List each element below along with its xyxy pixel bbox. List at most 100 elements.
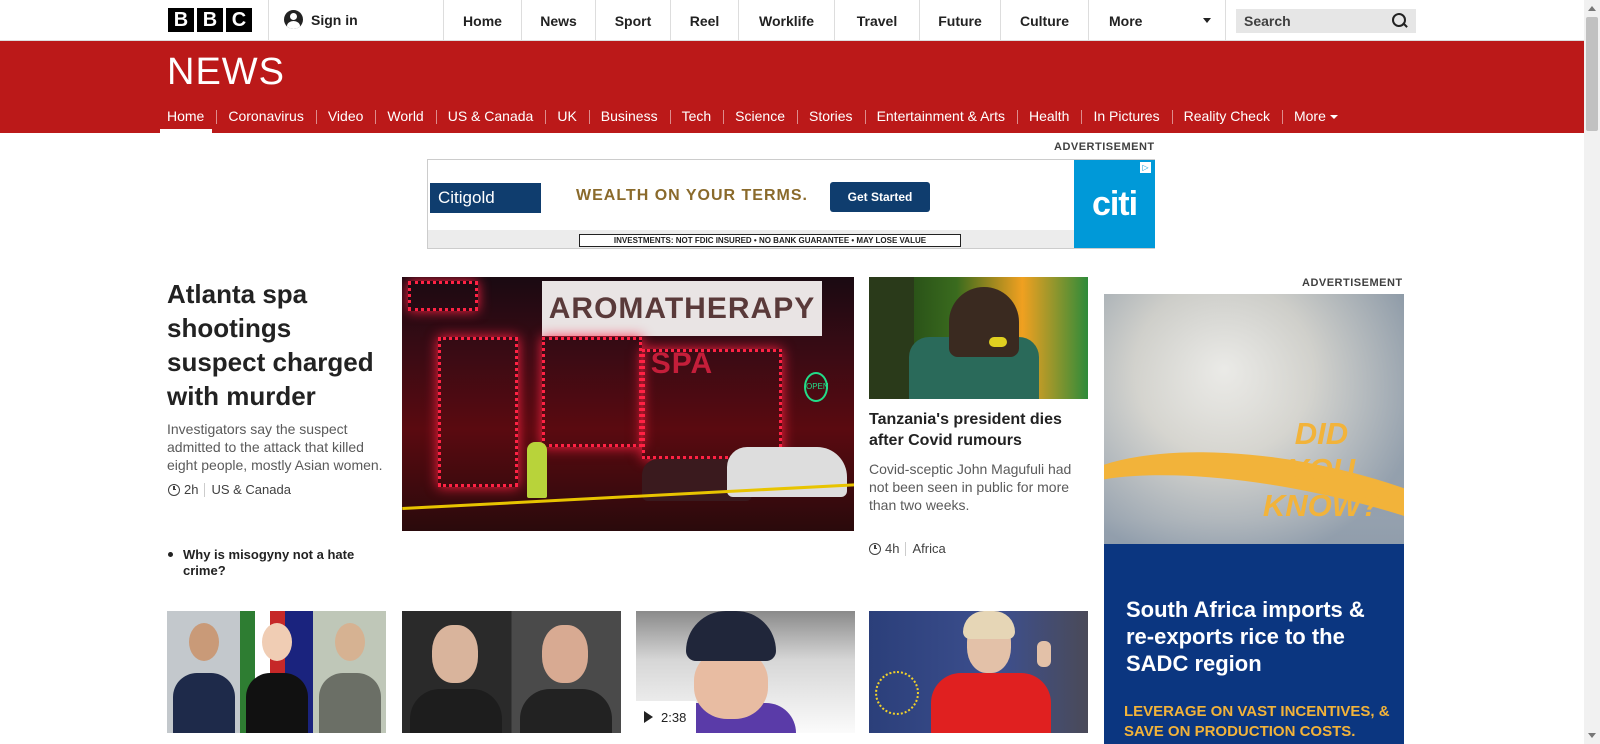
clock-icon — [168, 483, 180, 496]
lead-story-title[interactable]: Atlanta spa shootings suspect charged wi… — [167, 277, 382, 413]
person-body — [319, 673, 381, 733]
play-icon — [644, 711, 653, 723]
subnav-stories[interactable]: Stories — [796, 100, 865, 133]
subnav-business[interactable]: Business — [588, 100, 670, 133]
search-placeholder: Search — [1244, 13, 1291, 29]
aromatherapy-sign: AROMATHERAPY SPA — [542, 281, 822, 380]
lead-story-summary: Investigators say the suspect admitted t… — [167, 421, 383, 473]
banner-ad[interactable]: Citigold WEALTH ON YOUR TERMS. Get Start… — [427, 159, 1155, 249]
neon-door — [642, 349, 782, 459]
subnav-science[interactable]: Science — [723, 100, 797, 133]
person-face — [189, 623, 219, 661]
citigold-logo: Citigold — [430, 183, 541, 213]
global-nav-worklife[interactable]: Worklife — [738, 0, 834, 41]
user-icon — [284, 10, 303, 29]
subnav-video[interactable]: Video — [315, 100, 376, 133]
person-suit — [410, 689, 502, 733]
neon-light — [408, 281, 478, 311]
person-hand — [1037, 641, 1051, 667]
bbc-global-header: B B C Sign in Home News Sport Reel Workl… — [0, 0, 1584, 41]
subnav-tech[interactable]: Tech — [669, 100, 724, 133]
video-play-badge[interactable]: 2:38 — [636, 701, 696, 733]
meta-separator — [905, 541, 907, 556]
subnav-uk[interactable]: UK — [545, 100, 588, 133]
scroll-up-arrow-icon[interactable] — [1588, 6, 1596, 11]
advertisement-label: ADVERTISEMENT — [1302, 277, 1403, 289]
person-head — [949, 287, 1019, 357]
advertisement-label: ADVERTISEMENT — [1054, 141, 1155, 153]
second-story-image[interactable] — [869, 277, 1088, 399]
chevron-down-icon — [1329, 115, 1338, 120]
global-nav: Home News Sport Reel Worklife Travel Fut… — [443, 0, 1226, 41]
get-started-button[interactable]: Get Started — [830, 182, 930, 212]
banner-disclaimer: INVESTMENTS: NOT FDIC INSURED • NO BANK … — [579, 234, 961, 247]
header-divider — [268, 0, 269, 41]
subnav-in-pictures[interactable]: In Pictures — [1081, 100, 1171, 133]
global-nav-sport[interactable]: Sport — [595, 0, 670, 41]
story-thumbnail[interactable] — [869, 611, 1088, 733]
second-story-section[interactable]: Africa — [912, 541, 945, 556]
lead-story-meta: 2h US & Canada — [168, 482, 291, 497]
side-ad-headline: South Africa imports & re-exports rice t… — [1126, 597, 1365, 676]
aromatherapy-sign-text: AROMATHERAPY — [548, 292, 816, 325]
subnav-home[interactable]: Home — [159, 100, 216, 133]
lead-story-image[interactable]: AROMATHERAPY SPA OPEN — [402, 277, 854, 531]
video-thumbnail[interactable]: 2:38 — [636, 611, 855, 733]
scrollbar[interactable] — [1584, 0, 1600, 744]
search-input[interactable]: Search — [1236, 9, 1416, 33]
video-duration: 2:38 — [661, 709, 687, 725]
person-panel — [512, 611, 621, 733]
global-nav-home[interactable]: Home — [443, 0, 521, 41]
story-thumbnail[interactable] — [402, 611, 621, 733]
second-story-time: 4h — [885, 541, 900, 556]
bbc-logo-letter-b1: B — [168, 8, 194, 32]
related-story-title: Why is misogyny not a hate crime? — [183, 547, 355, 578]
global-nav-future[interactable]: Future — [919, 0, 1000, 41]
lead-story-section[interactable]: US & Canada — [211, 482, 291, 497]
global-nav-more-label: More — [1109, 12, 1143, 29]
global-nav-more[interactable]: More — [1088, 0, 1226, 41]
chevron-down-icon — [1203, 18, 1211, 23]
subnav-coronavirus[interactable]: Coronavirus — [216, 100, 315, 133]
global-nav-news[interactable]: News — [521, 0, 595, 41]
subnav-us-canada[interactable]: US & Canada — [435, 100, 546, 133]
person-body — [173, 673, 235, 733]
did-you-know-heading: DID YOU KNOW? — [1263, 416, 1380, 524]
bullet-icon — [168, 552, 173, 557]
eu-stars-graphic — [875, 671, 919, 715]
subnav-entertainment-arts[interactable]: Entertainment & Arts — [864, 100, 1017, 133]
related-story[interactable]: Why is misogyny not a hate crime? — [168, 547, 388, 579]
person-panel — [167, 611, 240, 733]
neon-window — [542, 337, 642, 447]
did-you-know-line: KNOW? — [1262, 488, 1380, 523]
second-story-meta: 4h Africa — [869, 541, 946, 556]
global-nav-culture[interactable]: Culture — [1000, 0, 1088, 41]
person-hair — [963, 611, 1015, 639]
global-nav-reel[interactable]: Reel — [670, 0, 738, 41]
person-panel — [313, 611, 386, 733]
person-face — [335, 623, 365, 661]
sign-in-link[interactable]: Sign in — [284, 10, 358, 29]
scroll-thumb[interactable] — [1586, 17, 1598, 131]
sign-in-label: Sign in — [311, 11, 358, 28]
subnav-more-label: More — [1293, 108, 1326, 124]
bbc-logo-letter-b2: B — [197, 8, 223, 32]
subnav-more[interactable]: More — [1281, 100, 1350, 133]
person-suit — [520, 689, 612, 733]
side-ad[interactable]: DID YOU KNOW? South Africa imports & re-… — [1104, 294, 1404, 744]
subnav-world[interactable]: World — [375, 100, 435, 133]
subnav-reality-check[interactable]: Reality Check — [1171, 100, 1282, 133]
bbc-logo[interactable]: B B C — [168, 8, 252, 32]
person-hat — [686, 611, 776, 661]
global-nav-travel[interactable]: Travel — [834, 0, 919, 41]
lead-story-time: 2h — [184, 482, 199, 497]
subnav-health[interactable]: Health — [1016, 100, 1081, 133]
news-logo[interactable]: NEWS — [167, 51, 285, 94]
adchoices-icon[interactable]: ▷ — [1139, 161, 1152, 174]
did-you-know-line: DID — [1294, 416, 1349, 451]
story-thumbnail[interactable] — [167, 611, 386, 733]
second-story-title[interactable]: Tanzania's president dies after Covid ru… — [869, 409, 1088, 451]
did-you-know-line: YOU — [1287, 452, 1356, 487]
search-icon[interactable] — [1392, 13, 1408, 29]
scroll-down-arrow-icon[interactable] — [1588, 733, 1596, 738]
